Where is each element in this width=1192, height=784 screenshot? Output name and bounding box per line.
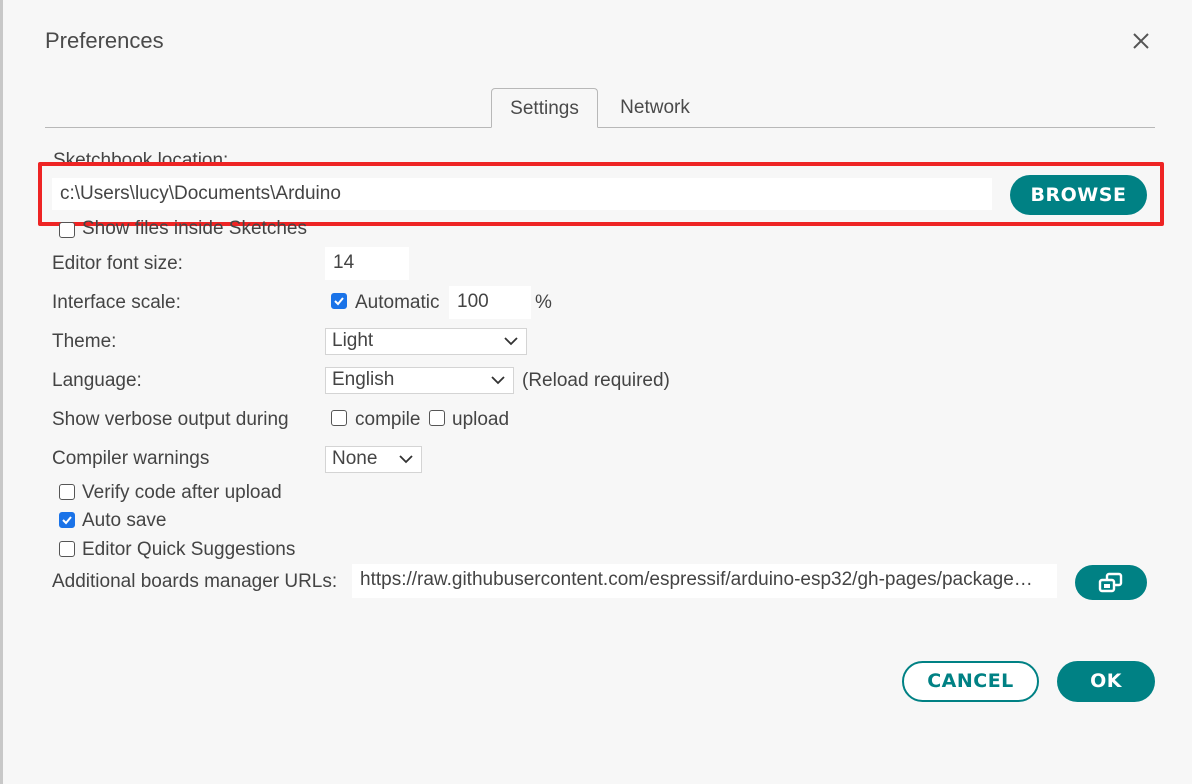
cancel-button[interactable]: CANCEL xyxy=(902,661,1039,702)
preferences-dialog: Preferences Settings Network Sketchbook … xyxy=(0,0,1192,784)
interface-scale-unit: % xyxy=(535,292,552,313)
show-files-label: Show files inside Sketches xyxy=(82,218,307,239)
quick-suggestions-checkbox[interactable] xyxy=(59,541,75,557)
compiler-warnings-label: Compiler warnings xyxy=(52,448,210,469)
interface-scale-label: Interface scale: xyxy=(52,292,181,313)
editor-font-size-input[interactable]: 14 xyxy=(325,247,409,280)
language-selected-value: English xyxy=(332,369,395,390)
ok-button[interactable]: OK xyxy=(1057,661,1155,702)
auto-save-checkbox[interactable] xyxy=(59,512,75,528)
quick-suggestions-label: Editor Quick Suggestions xyxy=(82,539,296,560)
check-icon xyxy=(62,516,72,525)
compiler-warnings-select[interactable]: None xyxy=(325,446,422,473)
tabs-divider xyxy=(45,127,1155,128)
auto-save-label: Auto save xyxy=(82,510,167,531)
verify-code-checkbox[interactable] xyxy=(59,484,75,500)
close-icon xyxy=(1133,33,1149,49)
close-button[interactable] xyxy=(1128,28,1154,54)
check-icon xyxy=(334,297,344,306)
window-edge xyxy=(0,0,3,784)
boards-urls-label: Additional boards manager URLs: xyxy=(52,571,338,592)
language-label: Language: xyxy=(52,370,142,391)
chevron-down-icon xyxy=(491,376,505,385)
automatic-scale-label: Automatic xyxy=(355,292,440,313)
reload-required-note: (Reload required) xyxy=(522,370,670,391)
open-in-new-window-icon xyxy=(1098,572,1123,593)
verbose-upload-checkbox[interactable] xyxy=(429,410,445,426)
chevron-down-icon xyxy=(504,337,518,346)
verify-code-label: Verify code after upload xyxy=(82,482,282,503)
verbose-compile-label: compile xyxy=(355,409,421,430)
editor-font-size-label: Editor font size: xyxy=(52,253,183,274)
highlight-box xyxy=(38,162,1164,226)
theme-selected-value: Light xyxy=(332,330,374,351)
tab-network[interactable]: Network xyxy=(610,88,700,128)
boards-urls-input[interactable]: https://raw.githubusercontent.com/espres… xyxy=(352,564,1057,598)
verbose-upload-label: upload xyxy=(452,409,510,430)
dialog-title: Preferences xyxy=(45,28,164,53)
automatic-scale-checkbox[interactable] xyxy=(331,293,347,309)
verbose-compile-checkbox[interactable] xyxy=(331,410,347,426)
language-select[interactable]: English xyxy=(325,367,514,394)
theme-select[interactable]: Light xyxy=(325,328,527,355)
edit-urls-button[interactable] xyxy=(1075,565,1147,600)
theme-label: Theme: xyxy=(52,331,117,352)
interface-scale-input[interactable]: 100 xyxy=(449,286,531,319)
verbose-output-label: Show verbose output during xyxy=(52,409,289,430)
tab-settings[interactable]: Settings xyxy=(491,88,598,128)
chevron-down-icon xyxy=(399,455,413,464)
show-files-checkbox[interactable] xyxy=(59,222,75,238)
compiler-warnings-selected-value: None xyxy=(332,448,378,469)
